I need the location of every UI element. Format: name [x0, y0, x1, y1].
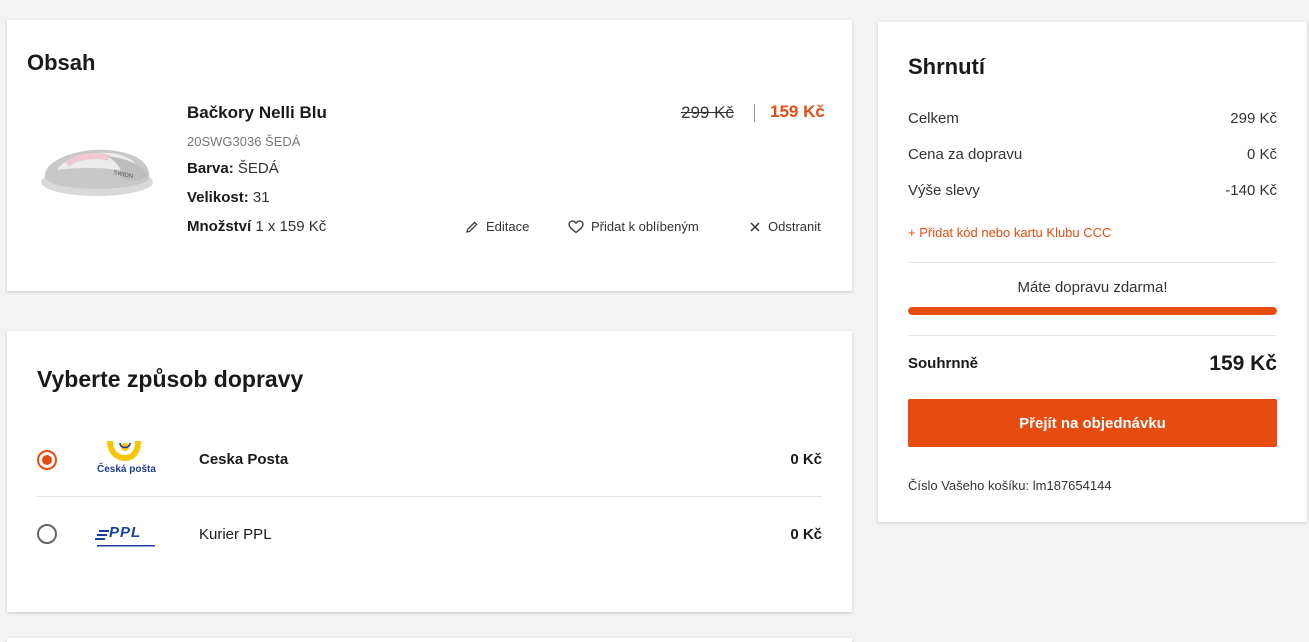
- summary-row-value: -140 Kč: [1225, 182, 1277, 199]
- ceska-posta-logo: Česká pošta: [87, 437, 159, 483]
- summary-row-label: Celkem: [908, 110, 959, 127]
- summary-card: Shrnutí Celkem 299 Kč Cena za dopravu 0 …: [878, 22, 1307, 522]
- cart-title: Obsah: [27, 50, 96, 75]
- grand-total-value: 159 Kč: [1209, 352, 1277, 375]
- product-sku: 20SWG3036 ŠEDÁ: [187, 134, 301, 149]
- radio-unselected[interactable]: [37, 524, 57, 544]
- summary-row-shipping: Cena za dopravu 0 Kč: [908, 146, 1277, 163]
- summary-row-total: Celkem 299 Kč: [908, 110, 1277, 127]
- sale-price: 159 Kč: [770, 102, 825, 121]
- quantity-value: 1 x 159 Kč: [255, 218, 327, 235]
- product-color: Barva: ŠEDÁ: [187, 160, 279, 177]
- size-label: Velikost:: [187, 189, 249, 206]
- shipping-option-price: 0 Kč: [790, 525, 822, 543]
- edit-button[interactable]: Editace: [465, 219, 529, 234]
- product-image[interactable]: SWIDN: [37, 130, 155, 200]
- next-section-card: [7, 638, 852, 642]
- summary-row-value: 299 Kč: [1230, 110, 1277, 127]
- color-value: ŠEDÁ: [237, 160, 279, 177]
- divider: [908, 262, 1277, 263]
- shipping-option-name: Kurier PPL: [199, 525, 272, 543]
- shipping-option-name: Ceska Posta: [199, 451, 289, 468]
- basket-id: Číslo Vašeho košíku: lm187654144: [908, 478, 1112, 493]
- edit-label: Editace: [486, 219, 530, 234]
- checkout-button[interactable]: Přejít na objednávku: [908, 399, 1277, 447]
- ppl-logo: PPL: [87, 511, 159, 557]
- remove-label: Odstranit: [768, 219, 821, 234]
- divider: [908, 335, 1277, 336]
- summary-row-discount: Výše slevy -140 Kč: [908, 182, 1277, 199]
- size-value: 31: [252, 189, 270, 206]
- shipping-card: Vyberte způsob dopravy Česká pošta Ceska…: [7, 331, 852, 612]
- shipping-option-price: 0 Kč: [790, 451, 822, 468]
- summary-title: Shrnutí: [908, 54, 985, 79]
- shipping-title: Vyberte způsob dopravy: [37, 366, 304, 392]
- shipping-option-ceska-posta[interactable]: Česká pošta Ceska Posta 0 Kč: [37, 423, 822, 497]
- summary-row-label: Výše slevy: [908, 182, 980, 199]
- cart-card: Obsah SWIDN Bačkory Nelli Blu 20SWG3036 …: [7, 20, 852, 291]
- price-divider: [754, 104, 755, 122]
- old-price: 299 Kč: [681, 103, 734, 122]
- shipping-option-ppl[interactable]: PPL Kurier PPL 0 Kč: [37, 497, 822, 571]
- product-quantity: Množství 1 x 159 Kč: [187, 218, 326, 235]
- grand-total-label: Souhrnně: [908, 355, 978, 372]
- pencil-icon: [465, 220, 479, 234]
- summary-row-value: 0 Kč: [1246, 146, 1277, 163]
- ceska-posta-logo-text: Česká pošta: [97, 463, 156, 475]
- remove-button[interactable]: Odstranit: [749, 219, 821, 234]
- product-name[interactable]: Bačkory Nelli Blu: [187, 103, 327, 123]
- add-promo-code-link[interactable]: + Přidat kód nebo kartu Klubu CCC: [908, 225, 1111, 240]
- radio-selected[interactable]: [37, 449, 57, 470]
- add-to-favorites-button[interactable]: Přidat k oblíbeným: [568, 219, 699, 234]
- ppl-logo-text: PPL: [109, 524, 142, 541]
- close-icon: [749, 221, 761, 233]
- progress-fill: [908, 307, 1277, 315]
- summary-row-label: Cena za dopravu: [908, 146, 1023, 163]
- free-shipping-message: Máte dopravu zdarma!: [1017, 279, 1168, 296]
- heart-icon: [568, 219, 584, 234]
- product-size: Velikost: 31: [187, 189, 270, 206]
- free-shipping-progress-bar: [908, 307, 1277, 315]
- quantity-label: Množství: [187, 218, 252, 235]
- favorite-label: Přidat k oblíbeným: [591, 219, 699, 234]
- color-label: Barva:: [187, 160, 234, 177]
